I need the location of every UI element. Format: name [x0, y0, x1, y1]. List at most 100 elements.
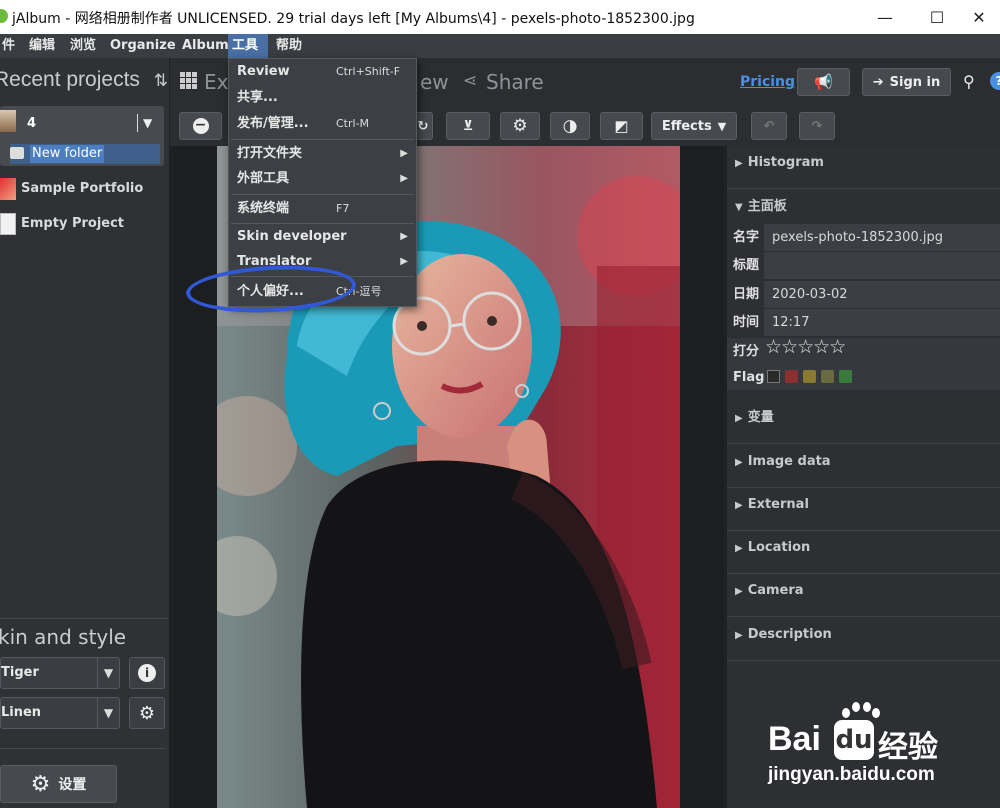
section-external[interactable]: ▶ External — [727, 488, 1000, 531]
field-name: 名字 pexels-photo-1852300.jpg — [727, 224, 1000, 252]
effects-button[interactable]: Effects ▼ — [651, 112, 737, 140]
menu-item-external-tools[interactable]: 外部工具 ▶ — [229, 166, 416, 192]
project-item-empty-project[interactable]: Empty Project — [0, 210, 165, 238]
minus-icon: − — [192, 118, 209, 134]
flag-orange[interactable] — [803, 370, 816, 383]
field-label: 时间 — [733, 315, 760, 330]
section-label: Description — [747, 627, 832, 642]
zoom-out-button[interactable]: − — [179, 112, 222, 140]
settings-button[interactable]: ⚙ 设置 — [0, 765, 117, 803]
divider — [0, 748, 165, 749]
section-description[interactable]: ▶ Description — [727, 618, 1000, 661]
submenu-arrow-icon: ▶ — [400, 256, 408, 267]
skin-select[interactable]: Tiger ▼ — [0, 657, 120, 689]
flag-red[interactable] — [785, 370, 798, 383]
close-button[interactable]: ✕ — [956, 0, 1000, 34]
tab-preview[interactable]: ew — [420, 70, 449, 94]
menu-item-review[interactable]: Review Ctrl+Shift-F — [229, 59, 416, 85]
section-camera[interactable]: ▶ Camera — [727, 574, 1000, 617]
maximize-button[interactable]: ☐ — [914, 0, 960, 34]
section-label: 变量 — [747, 410, 774, 425]
section-image-data[interactable]: ▶ Image data — [727, 445, 1000, 488]
sign-in-button[interactable]: ➔ Sign in — [862, 68, 951, 96]
menu-item-label: 系统终端 — [237, 201, 290, 216]
project-divider — [137, 114, 138, 132]
rotate-icon: ↻ — [417, 118, 429, 134]
selected-project[interactable]: 4 ▼ New folder — [0, 106, 164, 166]
search-icon[interactable]: ⚲ — [963, 72, 975, 91]
exposure-button[interactable]: ◩ — [600, 112, 643, 140]
chevron-right-icon: ▶ — [735, 543, 743, 554]
skin-style-title: kin and style — [0, 625, 127, 649]
undo-button[interactable]: ↶ — [751, 112, 787, 140]
flag-green[interactable] — [839, 370, 852, 383]
star-rating[interactable]: ☆☆☆☆☆ — [765, 336, 846, 358]
menu-item-shortcut: F7 — [336, 202, 350, 215]
menu-item-terminal[interactable]: 系统终端 F7 — [229, 196, 416, 222]
new-folder-row[interactable]: New folder — [10, 144, 160, 164]
settings-label: 设置 — [58, 777, 87, 793]
tab-explore[interactable]: Ex — [204, 70, 228, 94]
menu-album[interactable]: Album — [178, 34, 233, 58]
menu-item-label: Review — [237, 64, 290, 79]
minimize-button[interactable]: — — [862, 0, 908, 34]
chevron-down-icon: ▼ — [97, 698, 119, 728]
menu-file[interactable]: 件 — [0, 34, 19, 58]
menu-organize[interactable]: Organize — [106, 34, 180, 58]
menu-edit[interactable]: 编辑 — [25, 34, 59, 58]
contrast-button[interactable]: ◑ — [550, 112, 590, 140]
left-panel: Recent projects ⇅ 4 ▼ New folder Sample … — [0, 58, 170, 808]
skin-info-button[interactable]: i — [129, 657, 165, 689]
menu-separator — [231, 194, 414, 195]
flag-yellow[interactable] — [821, 370, 834, 383]
style-settings-button[interactable]: ⚙ — [129, 697, 165, 729]
menu-item-share[interactable]: 共享... — [229, 85, 416, 111]
field-label: 日期 — [733, 287, 760, 302]
project-label: Sample Portfolio — [21, 181, 144, 196]
menu-help[interactable]: 帮助 — [272, 34, 306, 58]
date-field[interactable]: 2020-03-02 — [764, 281, 1000, 308]
menu-item-open-folder[interactable]: 打开文件夹 ▶ — [229, 141, 416, 167]
style-select[interactable]: Linen ▼ — [0, 697, 120, 729]
flag-none[interactable] — [767, 370, 780, 383]
project-dropdown-icon[interactable]: ▼ — [143, 116, 152, 130]
menu-browse[interactable]: 浏览 — [66, 34, 100, 58]
section-location[interactable]: ▶ Location — [727, 531, 1000, 574]
time-field[interactable]: 12:17 — [764, 309, 1000, 336]
name-field[interactable]: pexels-photo-1852300.jpg — [764, 224, 1000, 251]
menu-item-label: 共享... — [237, 90, 278, 105]
project-item-sample-portfolio[interactable]: Sample Portfolio — [0, 175, 165, 203]
flag-label: Flag — [733, 370, 765, 385]
section-label: Camera — [747, 583, 804, 598]
help-icon[interactable]: ? — [990, 72, 1000, 90]
undo-icon: ↶ — [763, 118, 775, 134]
menu-item-skin-developer[interactable]: Skin developer ▶ — [229, 224, 416, 250]
sort-icon[interactable]: ⇅ — [154, 71, 168, 90]
info-icon: i — [138, 664, 156, 682]
section-variables[interactable]: ▶ 变量 — [727, 401, 1000, 444]
title-field[interactable] — [764, 252, 1000, 279]
style-value: Linen — [1, 705, 42, 720]
pricing-link[interactable]: Pricing — [740, 74, 795, 90]
chevron-right-icon: ▶ — [735, 630, 743, 641]
contrast-icon: ◑ — [562, 116, 578, 136]
horizon-icon: ⊻ — [462, 118, 474, 134]
baidu-watermark: Bai du 经验 jingyan.baidu.com — [768, 700, 1000, 800]
chevron-right-icon: ▶ — [735, 586, 743, 597]
new-folder-label[interactable]: New folder — [30, 145, 105, 163]
section-histogram[interactable]: ▶ Histogram — [727, 146, 1000, 189]
tab-share[interactable]: Share — [486, 70, 544, 94]
announcements-button[interactable]: 📢 — [797, 68, 850, 96]
adjust-button[interactable]: ⚙ — [500, 112, 540, 140]
section-label: External — [747, 497, 809, 512]
horizon-button[interactable]: ⊻ — [446, 112, 490, 140]
menu-bar: 件 编辑 浏览 Organize Album 工具 帮助 — [0, 34, 1000, 58]
menu-item-publish[interactable]: 发布/管理... Ctrl-M — [229, 111, 416, 137]
skin-value: Tiger — [1, 665, 39, 680]
menu-tools[interactable]: 工具 — [228, 34, 268, 58]
redo-button[interactable]: ↷ — [799, 112, 835, 140]
project-thumbnail-icon — [0, 110, 16, 132]
recent-projects-title: Recent projects ⇅ — [0, 68, 168, 92]
window-title-bar: jAlbum - 网络相册制作者 UNLICENSED. 29 trial da… — [0, 0, 1000, 34]
field-date: 日期 2020-03-02 — [727, 281, 1000, 309]
